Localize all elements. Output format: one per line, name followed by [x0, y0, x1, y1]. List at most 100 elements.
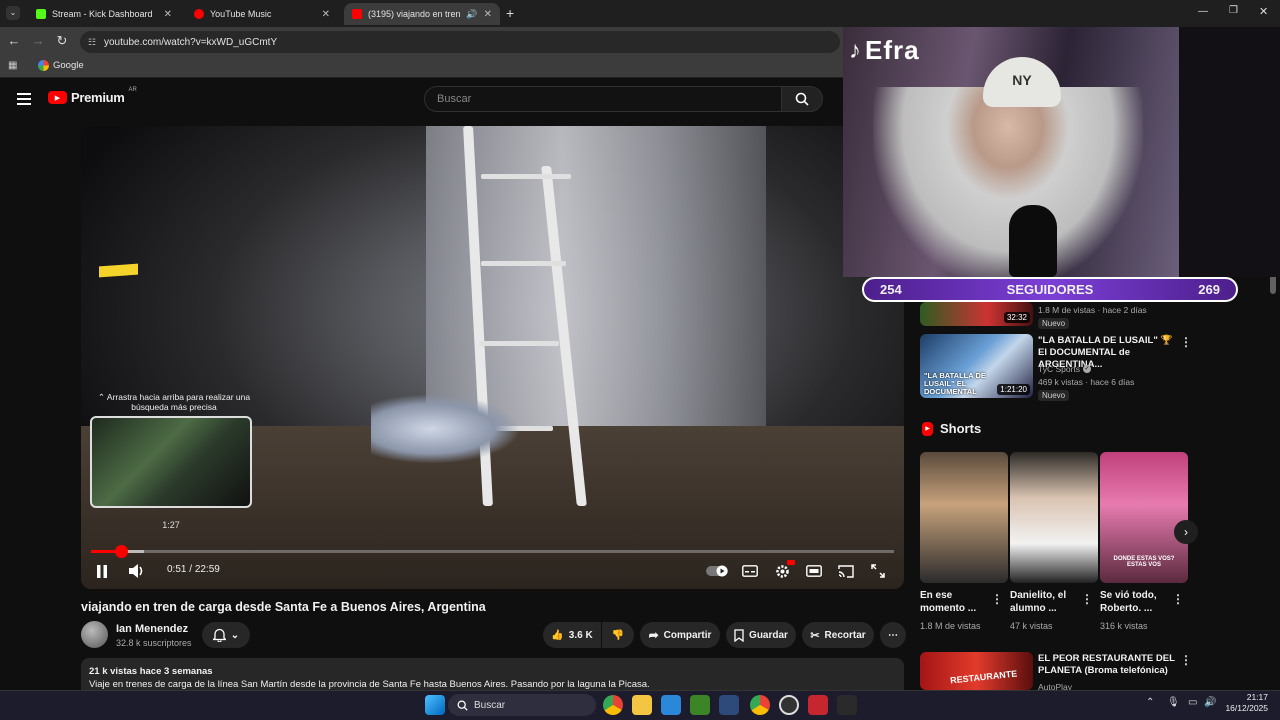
- tray-chevron-icon[interactable]: ⌃: [1146, 697, 1154, 708]
- close-window-button[interactable]: ✕: [1259, 5, 1268, 18]
- channel-name[interactable]: Ian Menendez: [116, 623, 188, 635]
- watermark-text: Efra: [865, 35, 920, 65]
- streamer-person: [873, 87, 1143, 277]
- close-tab-icon[interactable]: ✕: [484, 9, 492, 20]
- short-views: 316 k vistas: [1100, 621, 1148, 631]
- video-player[interactable]: ⌃ Arrastra hacia arriba para realizar un…: [81, 126, 904, 589]
- pause-button[interactable]: [91, 560, 113, 582]
- minecraft-icon[interactable]: [690, 695, 710, 715]
- close-tab-icon[interactable]: ✕: [322, 9, 330, 20]
- cast-button[interactable]: [835, 560, 857, 582]
- url-text: youtube.com/watch?v=kxWD_uGCmtY: [104, 36, 278, 48]
- microphone-icon[interactable]: 🎙: [1167, 697, 1180, 708]
- site-info-icon[interactable]: ☷: [88, 37, 96, 48]
- file-explorer-icon[interactable]: [632, 695, 652, 715]
- autoplay-toggle[interactable]: [706, 560, 728, 582]
- app-icon[interactable]: [808, 695, 828, 715]
- epic-games-icon[interactable]: [837, 695, 857, 715]
- notifications-button[interactable]: ⌄: [202, 622, 250, 648]
- rec-menu-icon[interactable]: ⋮: [1180, 335, 1192, 349]
- obs-icon[interactable]: [779, 695, 799, 715]
- rec-channel-name: TyC Sports: [1038, 364, 1081, 374]
- shorts-title: Shorts: [940, 421, 982, 436]
- progress-bar[interactable]: [91, 545, 894, 558]
- subscriber-count: 32.8 k suscriptores: [116, 638, 192, 648]
- store-icon[interactable]: [661, 695, 681, 715]
- short-title[interactable]: Danielito, el alumno ...: [1010, 589, 1090, 615]
- address-bar[interactable]: ☷ youtube.com/watch?v=kxWD_uGCmtY: [80, 31, 840, 53]
- bookmark-label: Google: [53, 60, 84, 71]
- preview-thumbnail: [90, 416, 252, 508]
- short-menu-icon[interactable]: ⋮: [991, 592, 1003, 606]
- short-title[interactable]: En ese momento ...: [920, 589, 1000, 615]
- chrome-icon[interactable]: [603, 695, 623, 715]
- forward-icon[interactable]: →: [30, 33, 46, 49]
- more-actions-button[interactable]: ⋯: [880, 622, 906, 648]
- tab-kick-dashboard[interactable]: Stream - Kick Dashboard ✕: [28, 3, 180, 25]
- theater-icon: [806, 565, 822, 577]
- save-label: Guardar: [749, 629, 788, 641]
- chevron-down-icon: ⌄: [230, 629, 240, 641]
- short-title[interactable]: Se vió todo, Roberto. ...: [1100, 589, 1180, 615]
- short-thumbnail[interactable]: [1010, 452, 1098, 583]
- search-input[interactable]: Buscar: [424, 86, 782, 112]
- short-menu-icon[interactable]: ⋮: [1172, 592, 1184, 606]
- progress-scrubber[interactable]: [114, 545, 128, 558]
- volume-button[interactable]: [126, 560, 148, 582]
- short-overlay-text: DONDE ESTAS VOS? ESTAS VOS: [1113, 556, 1175, 568]
- fullscreen-button[interactable]: [867, 560, 889, 582]
- tab-youtube-music[interactable]: YouTube Music ✕: [186, 3, 338, 25]
- search-placeholder: Buscar: [437, 93, 472, 105]
- clip-button[interactable]: ✂ Recortar: [802, 622, 874, 648]
- rec-thumbnail[interactable]: RESTAURANTE: [920, 652, 1033, 690]
- followers-left: 254: [880, 282, 902, 297]
- chrome-active-icon[interactable]: [750, 695, 770, 715]
- rec-thumbnail[interactable]: 32:32: [920, 302, 1033, 326]
- search-icon: [795, 92, 809, 106]
- restore-button[interactable]: ❐: [1229, 5, 1238, 16]
- subtitles-button[interactable]: [739, 560, 761, 582]
- short-menu-icon[interactable]: ⋮: [1081, 592, 1093, 606]
- save-button[interactable]: Guardar: [726, 622, 796, 648]
- speaker-icon[interactable]: 🔊: [466, 9, 477, 20]
- clip-label: Recortar: [824, 629, 866, 641]
- bookmark-google[interactable]: Google: [38, 60, 84, 71]
- channel-avatar[interactable]: [81, 621, 108, 648]
- short-thumbnail[interactable]: [920, 452, 1008, 583]
- settings-button[interactable]: [771, 560, 795, 582]
- browser-tab-bar: ⌄ Stream - Kick Dashboard ✕ YouTube Musi…: [0, 0, 1280, 27]
- thumbs-down-icon: 👎: [611, 629, 625, 641]
- like-button[interactable]: 👍 3.6 K: [543, 622, 601, 648]
- taskbar-clock[interactable]: 21:17 16/12/2025: [1225, 692, 1268, 714]
- short-thumbnail[interactable]: DONDE ESTAS VOS? ESTAS VOS: [1100, 452, 1188, 583]
- menu-icon[interactable]: [17, 93, 31, 105]
- windows-start-icon[interactable]: [425, 695, 445, 715]
- rec-channel[interactable]: TyC Sports ✓: [1038, 364, 1092, 374]
- youtube-premium-logo[interactable]: ▶ Premium AR: [48, 87, 137, 105]
- dislike-button[interactable]: 👎: [602, 622, 634, 648]
- new-tab-button[interactable]: +: [506, 5, 514, 21]
- taskbar-search[interactable]: Buscar: [448, 694, 596, 716]
- apps-icon[interactable]: ▦: [8, 60, 20, 72]
- logo-text: Premium: [71, 90, 125, 105]
- trash-bags: [371, 394, 521, 464]
- tab-list-icon[interactable]: ⌄: [6, 6, 20, 20]
- reload-icon[interactable]: ↻: [54, 33, 70, 49]
- clock-time: 21:17: [1246, 692, 1268, 702]
- theater-mode-button[interactable]: [803, 560, 825, 582]
- rec-menu-icon[interactable]: ⋮: [1180, 653, 1192, 667]
- back-icon[interactable]: ←: [6, 33, 22, 49]
- share-button[interactable]: ➦ Compartir: [640, 622, 720, 648]
- tab-youtube-video[interactable]: (3195) viajando en tren de ... 🔊 ✕: [344, 3, 500, 25]
- rec-thumbnail[interactable]: "LA BATALLA DE LUSAIL" EL DOCUMENTAL 1:2…: [920, 334, 1033, 398]
- rec-title[interactable]: EL PEOR RESTAURANTE DEL PLANETA (Broma t…: [1038, 653, 1176, 677]
- shorts-next-button[interactable]: ›: [1174, 520, 1198, 544]
- autoplay-toggle-icon: [706, 565, 728, 577]
- app-icon[interactable]: [719, 695, 739, 715]
- volume-icon[interactable]: 🔊: [1204, 697, 1216, 708]
- search-button[interactable]: [781, 86, 823, 112]
- network-icon[interactable]: ▭: [1188, 697, 1197, 708]
- minimize-button[interactable]: —: [1198, 6, 1208, 17]
- view-stats: 21 k vistas hace 3 semanas: [89, 666, 213, 677]
- close-tab-icon[interactable]: ✕: [164, 9, 172, 20]
